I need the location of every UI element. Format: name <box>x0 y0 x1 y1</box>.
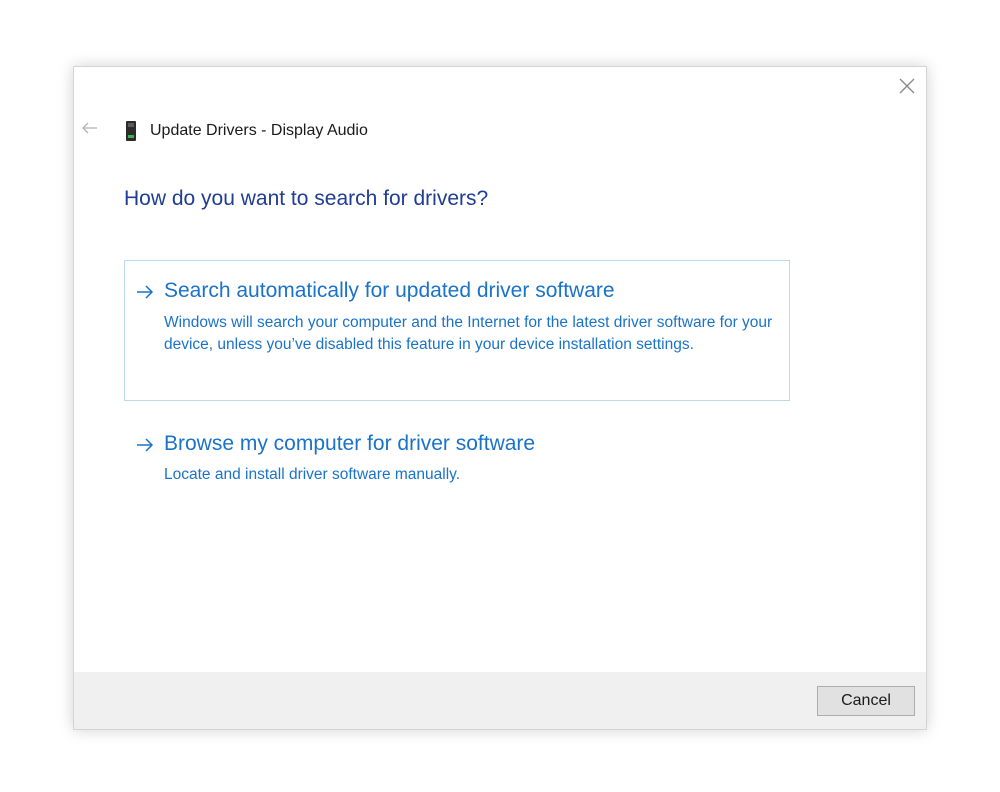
dialog-title: Update Drivers - Display Audio <box>150 122 368 139</box>
close-icon <box>899 78 915 94</box>
dialog-header: Update Drivers - Display Audio <box>124 119 368 143</box>
search-automatically-option[interactable]: Search automatically for updated driver … <box>124 260 790 401</box>
cancel-button[interactable]: Cancel <box>817 686 915 716</box>
dialog-footer: Cancel <box>74 672 926 729</box>
arrow-right-icon <box>137 285 154 299</box>
close-button[interactable] <box>896 75 918 97</box>
back-button[interactable] <box>81 120 99 136</box>
option-title: Browse my computer for driver software <box>164 432 536 455</box>
back-arrow-icon <box>82 122 97 134</box>
page-heading: How do you want to search for drivers? <box>124 187 489 210</box>
option-description: Windows will search your computer and th… <box>164 314 773 353</box>
update-drivers-dialog: Update Drivers - Display Audio How do yo… <box>73 66 927 730</box>
audio-device-icon <box>126 121 136 141</box>
arrow-right-icon <box>137 438 154 452</box>
browse-computer-option[interactable]: Browse my computer for driver software L… <box>124 422 790 500</box>
option-description: Locate and install driver software manua… <box>164 466 461 483</box>
option-title: Search automatically for updated driver … <box>164 279 615 302</box>
